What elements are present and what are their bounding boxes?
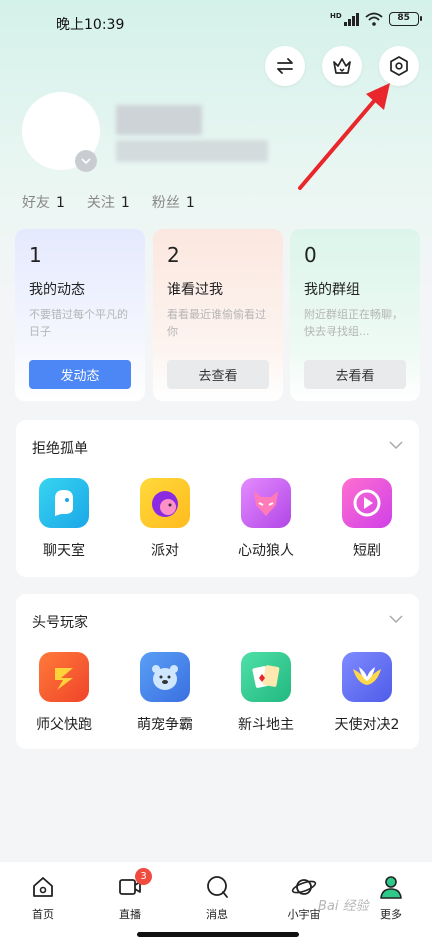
card-title: 谁看过我 bbox=[167, 282, 223, 298]
card-count: 1 bbox=[29, 243, 42, 267]
stat-fans[interactable]: 粉丝 1 bbox=[152, 192, 195, 212]
werewolf-icon bbox=[241, 478, 291, 528]
party-icon bbox=[140, 478, 190, 528]
nav-label: 直播 bbox=[119, 908, 141, 921]
app-landlord[interactable]: 新斗地主 bbox=[226, 652, 306, 734]
card-title: 我的动态 bbox=[29, 282, 85, 298]
planet-icon bbox=[291, 879, 317, 895]
app-pet-battle[interactable]: 萌宠争霸 bbox=[125, 652, 205, 734]
chevron-down-icon[interactable] bbox=[389, 614, 403, 624]
section-title: 头号玩家 bbox=[32, 615, 88, 631]
stat-value: 1 bbox=[56, 195, 65, 211]
user-id-redacted bbox=[116, 140, 268, 162]
card-who-viewed[interactable]: 2 谁看过我 看看最近谁偷偷看过你 去查看 bbox=[153, 229, 283, 401]
stat-value: 1 bbox=[185, 195, 195, 211]
stat-label: 好友 bbox=[22, 195, 50, 211]
app-label: 萌宠争霸 bbox=[137, 717, 193, 733]
nav-home[interactable]: 首页 bbox=[8, 874, 78, 922]
app-label: 天使对决2 bbox=[334, 717, 400, 733]
swap-arrows-icon bbox=[277, 58, 293, 74]
watermark: Bai 经验 bbox=[318, 899, 369, 914]
card-desc: 附近群组正在畅聊，快去寻找组... bbox=[304, 308, 403, 338]
short-drama-icon bbox=[342, 478, 392, 528]
card-my-groups[interactable]: 0 我的群组 附近群组正在畅聊，快去寻找组... 去看看 bbox=[290, 229, 420, 401]
username-redacted bbox=[116, 105, 202, 135]
app-label: 新斗地主 bbox=[238, 717, 294, 733]
home-indicator[interactable] bbox=[137, 932, 299, 937]
app-label: 派对 bbox=[151, 543, 179, 559]
nav-label: 首页 bbox=[32, 908, 54, 921]
chat-room-icon bbox=[39, 478, 89, 528]
annotation-arrow bbox=[298, 83, 390, 190]
browse-button[interactable]: 去看看 bbox=[304, 360, 406, 389]
app-label: 短剧 bbox=[353, 543, 381, 559]
post-button[interactable]: 发动态 bbox=[29, 360, 131, 389]
stat-value: 1 bbox=[120, 195, 130, 211]
status-time: 晚上10:39 bbox=[56, 17, 125, 33]
chevron-down-icon[interactable] bbox=[389, 440, 403, 450]
pet-battle-icon bbox=[140, 652, 190, 702]
message-icon bbox=[207, 876, 228, 898]
angel-wings-icon bbox=[342, 652, 392, 702]
app-master-run[interactable]: 师父快跑 bbox=[24, 652, 104, 734]
app-angel-duel[interactable]: 天使对决2 bbox=[327, 652, 407, 734]
nav-badge: 3 bbox=[135, 868, 152, 885]
app-label: 聊天室 bbox=[43, 543, 85, 559]
app-short-drama[interactable]: 短剧 bbox=[327, 478, 407, 560]
nav-live[interactable]: 3 直播 bbox=[95, 868, 165, 922]
card-count: 2 bbox=[167, 243, 180, 267]
card-desc: 看看最近谁偷偷看过你 bbox=[167, 308, 266, 338]
card-title: 我的群组 bbox=[304, 282, 360, 298]
signal-icon: HD bbox=[330, 12, 359, 26]
signal-label: HD bbox=[330, 12, 342, 20]
wifi-icon bbox=[365, 12, 383, 26]
nav-messages[interactable]: 消息 bbox=[182, 874, 252, 922]
card-count: 0 bbox=[304, 243, 317, 267]
stat-label: 粉丝 bbox=[151, 195, 180, 211]
status-icons: HD 85 bbox=[330, 12, 422, 26]
app-werewolf[interactable]: 心动狼人 bbox=[226, 478, 306, 560]
app-chat-room[interactable]: 聊天室 bbox=[24, 478, 104, 560]
card-desc: 不要错过每个平凡的日子 bbox=[29, 308, 128, 338]
stat-label: 关注 bbox=[86, 195, 115, 211]
section-title: 拒绝孤单 bbox=[32, 441, 88, 457]
nav-label: 消息 bbox=[206, 908, 228, 921]
app-label: 师父快跑 bbox=[36, 717, 92, 733]
avatar-edit-badge[interactable] bbox=[75, 150, 97, 172]
crown-icon bbox=[333, 58, 351, 74]
app-party[interactable]: 派对 bbox=[125, 478, 205, 560]
profile-stats: 好友 1 关注 1 粉丝 1 bbox=[22, 192, 195, 212]
battery-indicator: 85 bbox=[388, 12, 422, 26]
chevron-down-icon bbox=[81, 158, 91, 165]
person-icon bbox=[380, 876, 402, 899]
stat-friends[interactable]: 好友 1 bbox=[22, 192, 65, 212]
settings-hexagon-icon bbox=[390, 56, 408, 76]
master-run-icon bbox=[39, 652, 89, 702]
app-label: 心动狼人 bbox=[238, 543, 294, 559]
stat-following[interactable]: 关注 1 bbox=[87, 192, 130, 212]
card-my-posts[interactable]: 1 我的动态 不要错过每个平凡的日子 发动态 bbox=[15, 229, 145, 401]
home-icon bbox=[33, 877, 53, 897]
landlord-cards-icon bbox=[241, 652, 291, 702]
view-button[interactable]: 去查看 bbox=[167, 360, 269, 389]
section-no-lonely: 拒绝孤单 聊天室 派对 心动狼人 短剧 bbox=[16, 420, 419, 577]
section-top-player: 头号玩家 师父快跑 萌宠争霸 新斗地主 天使对决2 bbox=[16, 594, 419, 749]
